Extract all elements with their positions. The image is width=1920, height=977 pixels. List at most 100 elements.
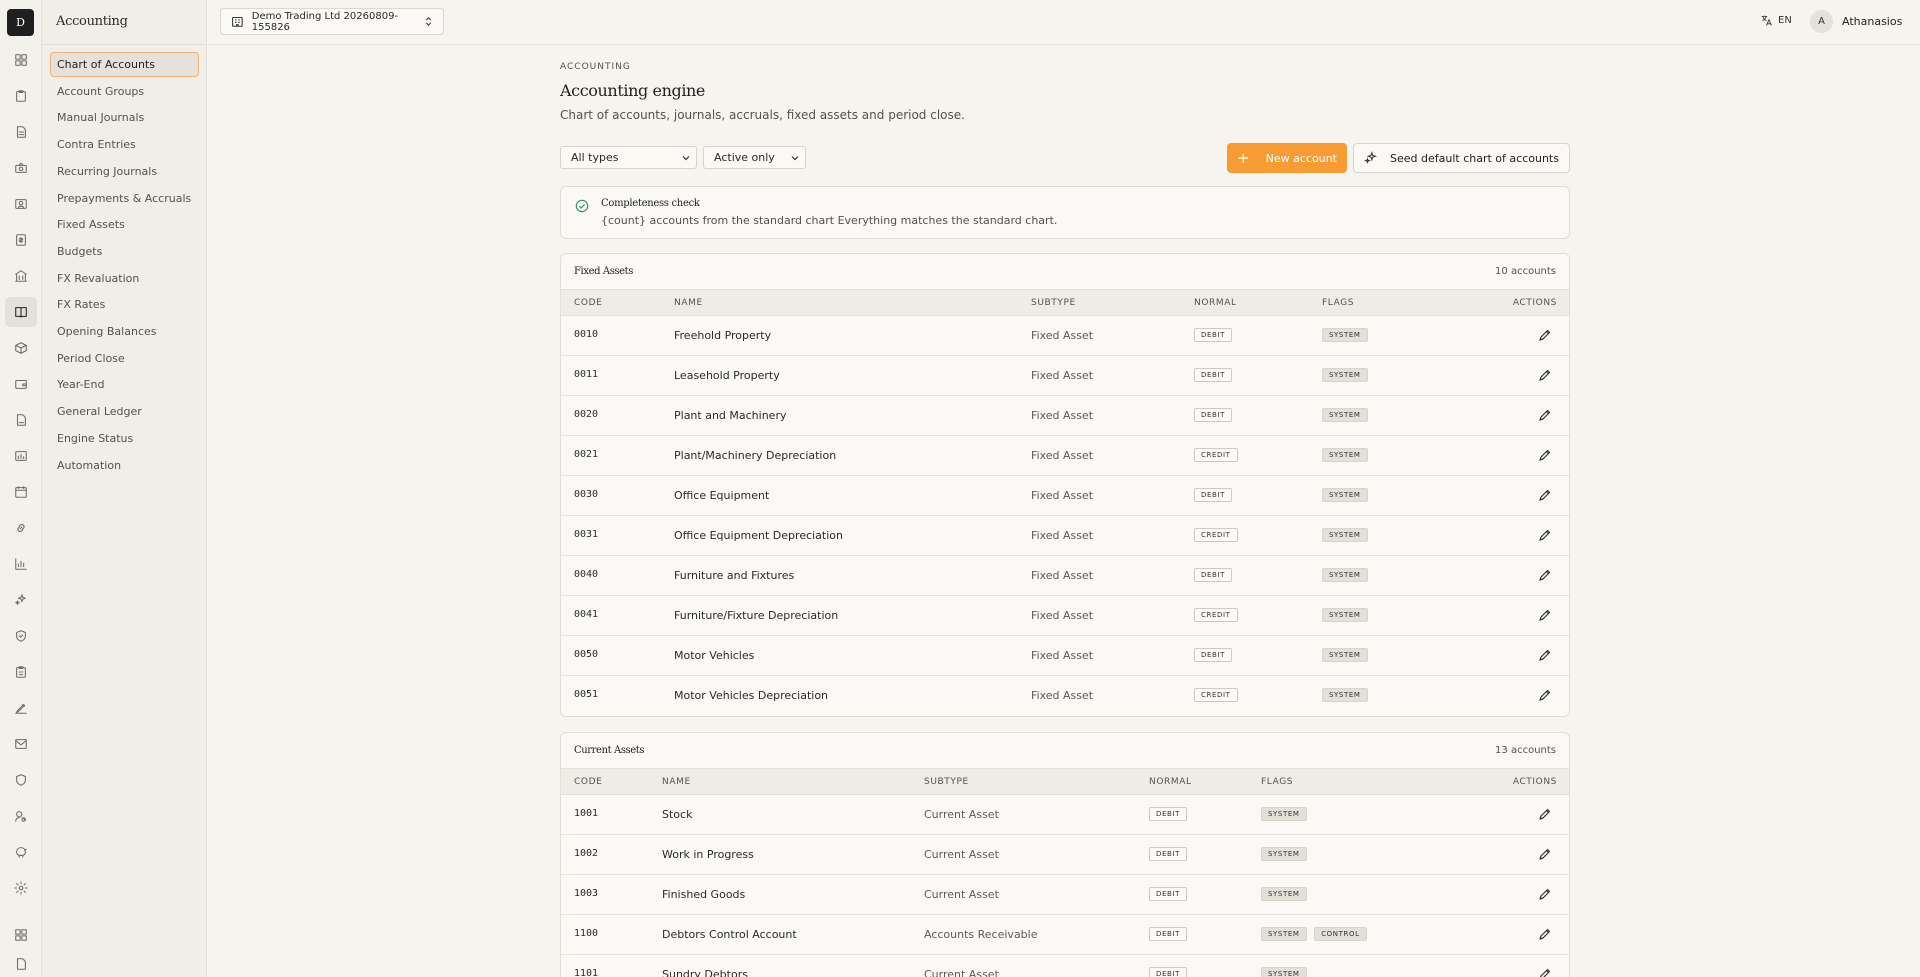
seed-default-label: Seed default chart of accounts — [1390, 151, 1559, 165]
table-row[interactable]: 0011 Leasehold Property Fixed Asset DEBIT SY… — [561, 356, 1569, 396]
sidebar-item-engine-status[interactable]: Engine Status — [50, 426, 199, 451]
table-row[interactable]: 0020 Plant and Machinery Fixed Asset DEBIT S… — [561, 396, 1569, 436]
flag-badge: SYSTEM — [1261, 807, 1307, 821]
table-row[interactable]: 1100 Debtors Control Account Accounts Rece… — [561, 915, 1569, 955]
apps-icon[interactable] — [5, 920, 37, 950]
account-code: 1101 — [574, 968, 599, 977]
grid-icon[interactable] — [5, 45, 37, 75]
edit-icon[interactable] — [1538, 967, 1552, 977]
edit-icon[interactable] — [1538, 688, 1552, 702]
column-header-flags[interactable]: FLAGS — [1322, 298, 1354, 308]
account-type-value: All types — [571, 151, 619, 164]
sidebar-item-manual-journals[interactable]: Manual Journals — [50, 105, 199, 130]
table-row[interactable]: 0051 Motor Vehicles Depreciation Fixed Ass… — [561, 676, 1569, 716]
document-icon[interactable] — [5, 117, 37, 147]
edit-icon[interactable] — [1538, 927, 1552, 941]
bar-chart-icon[interactable] — [5, 549, 37, 579]
sidebar-item-year-end[interactable]: Year-End — [50, 372, 199, 397]
sidebar-item-fx-revaluation[interactable]: FX Revaluation — [50, 266, 199, 291]
sidebar-item-fixed-assets[interactable]: Fixed Assets — [50, 212, 199, 237]
gear-icon[interactable] — [5, 873, 37, 903]
file-icon[interactable] — [5, 405, 37, 435]
column-header-name[interactable]: NAME — [662, 777, 691, 787]
account-subtype: Fixed Asset — [1031, 529, 1094, 542]
file-bottom-icon[interactable] — [5, 949, 37, 977]
sidebar-item-recurring-journals[interactable]: Recurring Journals — [50, 159, 199, 184]
edit-icon[interactable] — [1538, 568, 1552, 582]
sidebar-item-chart-of-accounts[interactable]: Chart of Accounts — [50, 52, 199, 77]
sidebar-item-prepayments-accruals[interactable]: Prepayments & Accruals — [50, 186, 199, 211]
column-header-normal[interactable]: NORMAL — [1149, 777, 1192, 787]
clipboard-list-icon[interactable] — [5, 657, 37, 687]
table-row[interactable]: 0021 Plant/Machinery Depreciation Fixed As… — [561, 436, 1569, 476]
edit-icon[interactable] — [1538, 608, 1552, 622]
book-icon[interactable] — [5, 297, 37, 327]
clipboard-icon[interactable] — [5, 81, 37, 111]
mail-icon[interactable] — [5, 729, 37, 759]
company-switcher[interactable]: Demo Trading Ltd 20260809-155826 — [220, 8, 444, 35]
sidebar-item-period-close[interactable]: Period Close — [50, 346, 199, 371]
table-row[interactable]: 0031 Office Equipment Depreciation Fixed A… — [561, 516, 1569, 556]
chart-file-icon[interactable] — [5, 441, 37, 471]
box-icon[interactable] — [5, 333, 37, 363]
link-icon[interactable] — [5, 513, 37, 543]
user-name[interactable]: Athanasios — [1842, 15, 1902, 28]
bank-icon[interactable] — [5, 261, 37, 291]
sidebar-item-opening-balances[interactable]: Opening Balances — [50, 319, 199, 344]
shield-icon[interactable] — [5, 765, 37, 795]
account-type-select[interactable]: All types — [560, 146, 697, 169]
piggy-bank-icon[interactable] — [5, 837, 37, 867]
account-code: 0050 — [574, 649, 599, 660]
wallet-icon[interactable] — [5, 369, 37, 399]
table-row[interactable]: 0030 Office Equipment Fixed Asset DEBIT SYST… — [561, 476, 1569, 516]
calendar-icon[interactable] — [5, 477, 37, 507]
edit-icon[interactable] — [1538, 448, 1552, 462]
table-row[interactable]: 1001 Stock Current Asset DEBIT SYSTEM — [561, 795, 1569, 835]
edit-icon[interactable] — [1538, 887, 1552, 901]
edit-icon[interactable] — [1538, 408, 1552, 422]
edit-icon[interactable] — [1538, 648, 1552, 662]
status-select[interactable]: Active only — [703, 146, 806, 169]
sidebar-item-budgets[interactable]: Budgets — [50, 239, 199, 264]
new-account-button[interactable]: + New account — [1227, 143, 1347, 173]
sidebar-item-account-groups[interactable]: Account Groups — [50, 79, 199, 104]
contact-card-icon[interactable] — [5, 189, 37, 219]
account-group-panel: Fixed Assets 10 accounts CODE NAME SUBTYPE NO… — [560, 253, 1570, 717]
sidebar-item-fx-rates[interactable]: FX Rates — [50, 292, 199, 317]
pen-icon[interactable] — [5, 693, 37, 723]
seed-default-button[interactable]: Seed default chart of accounts — [1353, 143, 1570, 173]
user-search-icon[interactable] — [5, 801, 37, 831]
camera-icon[interactable] — [5, 153, 37, 183]
sidebar-item-automation[interactable]: Automation — [50, 453, 199, 478]
edit-icon[interactable] — [1538, 807, 1552, 821]
column-header-subtype[interactable]: SUBTYPE — [924, 777, 969, 787]
edit-icon[interactable] — [1538, 847, 1552, 861]
column-header-code[interactable]: CODE — [574, 298, 602, 308]
sparkles-icon[interactable] — [5, 585, 37, 615]
account-name: Plant/Machinery Depreciation — [674, 449, 837, 462]
edit-icon[interactable] — [1538, 368, 1552, 382]
sidebar-item-general-ledger[interactable]: General Ledger — [50, 399, 199, 424]
table-row[interactable]: 0050 Motor Vehicles Fixed Asset DEBIT SYSTEM — [561, 636, 1569, 676]
table-row[interactable]: 1101 Sundry Debtors Current Asset DEBIT SYST… — [561, 955, 1569, 977]
flag-badge: SYSTEM — [1322, 368, 1368, 382]
edit-icon[interactable] — [1538, 328, 1552, 342]
edit-icon[interactable] — [1538, 488, 1552, 502]
column-header-name[interactable]: NAME — [674, 298, 703, 308]
shield-check-icon[interactable] — [5, 621, 37, 651]
column-header-code[interactable]: CODE — [574, 777, 602, 787]
receipt-icon[interactable] — [5, 225, 37, 255]
table-row[interactable]: 0010 Freehold Property Fixed Asset DEBIT SYS… — [561, 316, 1569, 356]
column-header-subtype[interactable]: SUBTYPE — [1031, 298, 1076, 308]
app-logo[interactable]: D — [7, 9, 34, 36]
table-row[interactable]: 0040 Furniture and Fixtures Fixed Asset DEB… — [561, 556, 1569, 596]
language-switcher[interactable]: EN — [1760, 14, 1792, 27]
table-row[interactable]: 0041 Furniture/Fixture Depreciation Fixed … — [561, 596, 1569, 636]
table-row[interactable]: 1003 Finished Goods Current Asset DEBIT SYST… — [561, 875, 1569, 915]
avatar[interactable]: A — [1810, 10, 1833, 33]
table-row[interactable]: 1002 Work in Progress Current Asset DEBIT SY… — [561, 835, 1569, 875]
edit-icon[interactable] — [1538, 528, 1552, 542]
column-header-normal[interactable]: NORMAL — [1194, 298, 1237, 308]
sidebar-item-contra-entries[interactable]: Contra Entries — [50, 132, 199, 157]
column-header-flags[interactable]: FLAGS — [1261, 777, 1293, 787]
